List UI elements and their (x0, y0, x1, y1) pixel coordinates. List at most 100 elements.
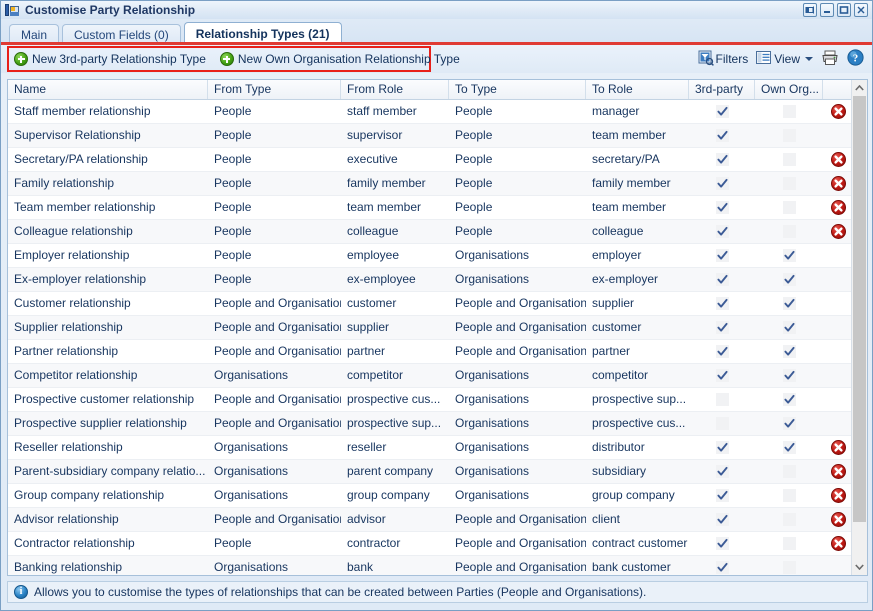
cell-delete-action[interactable] (823, 220, 853, 243)
cell-third-party-checkbox[interactable] (689, 172, 755, 195)
table-row[interactable]: Advisor relationship People and Organisat… (8, 508, 867, 532)
maximize-button[interactable] (837, 3, 851, 17)
cell-own-org-checkbox[interactable] (755, 532, 823, 555)
grid-column-header[interactable]: From Role (341, 80, 449, 99)
cell-own-org-checkbox[interactable] (755, 148, 823, 171)
table-row[interactable]: Colleague relationship People colleague Peo… (8, 220, 867, 244)
cell-third-party-checkbox[interactable] (689, 412, 755, 435)
table-row[interactable]: Prospective customer relationship People … (8, 388, 867, 412)
cell-own-org-checkbox[interactable] (755, 460, 823, 483)
table-row[interactable]: Employer relationship People employee Organ… (8, 244, 867, 268)
help-button[interactable]: ? (847, 49, 864, 69)
table-row[interactable]: Reseller relationship Organisations resell… (8, 436, 867, 460)
new-own-organisation-relationship-type-button[interactable]: New Own Organisation Relationship Type (219, 52, 460, 66)
cell-delete-action[interactable] (823, 196, 853, 219)
table-row[interactable]: Group company relationship Organisations g… (8, 484, 867, 508)
cell-own-org-checkbox[interactable] (755, 436, 823, 459)
delete-icon[interactable] (830, 440, 846, 455)
table-row[interactable]: Banking relationship Organisations bank Peo… (8, 556, 867, 575)
cell-third-party-checkbox[interactable] (689, 364, 755, 387)
cell-delete-action[interactable] (823, 508, 853, 531)
cell-third-party-checkbox[interactable] (689, 556, 755, 575)
table-row[interactable]: Partner relationship People and Organisat… (8, 340, 867, 364)
filters-button[interactable]: Filters (698, 50, 748, 69)
cell-delete-action[interactable] (823, 148, 853, 171)
delete-icon[interactable] (830, 176, 846, 191)
scrollbar-thumb[interactable] (853, 96, 866, 522)
table-row[interactable]: Staff member relationship People staff mem… (8, 100, 867, 124)
delete-icon[interactable] (830, 200, 846, 215)
cell-third-party-checkbox[interactable] (689, 508, 755, 531)
cell-third-party-checkbox[interactable] (689, 436, 755, 459)
table-row[interactable]: Supplier relationship People and Organisa… (8, 316, 867, 340)
cell-third-party-checkbox[interactable] (689, 100, 755, 123)
cell-third-party-checkbox[interactable] (689, 340, 755, 363)
delete-icon[interactable] (830, 488, 846, 503)
cell-own-org-checkbox[interactable] (755, 268, 823, 291)
cell-delete-action[interactable] (823, 436, 853, 459)
scroll-down-arrow[interactable] (852, 559, 867, 575)
cell-own-org-checkbox[interactable] (755, 244, 823, 267)
delete-icon[interactable] (830, 512, 846, 527)
cell-own-org-checkbox[interactable] (755, 196, 823, 219)
cell-delete-action[interactable] (823, 532, 853, 555)
cell-third-party-checkbox[interactable] (689, 460, 755, 483)
cell-delete-action[interactable] (823, 484, 853, 507)
cell-third-party-checkbox[interactable] (689, 220, 755, 243)
cell-own-org-checkbox[interactable] (755, 172, 823, 195)
cell-own-org-checkbox[interactable] (755, 556, 823, 575)
cell-third-party-checkbox[interactable] (689, 124, 755, 147)
new-3rd-party-relationship-type-button[interactable]: New 3rd-party Relationship Type (14, 52, 206, 66)
cell-third-party-checkbox[interactable] (689, 484, 755, 507)
grid-column-header[interactable]: From Type (208, 80, 341, 99)
grid-column-header[interactable]: To Role (586, 80, 689, 99)
minimize-button[interactable] (820, 3, 834, 17)
delete-icon[interactable] (830, 224, 846, 239)
cell-third-party-checkbox[interactable] (689, 268, 755, 291)
grid-column-header[interactable]: Name (8, 80, 208, 99)
cell-own-org-checkbox[interactable] (755, 292, 823, 315)
table-row[interactable]: Secretary/PA relationship People executive… (8, 148, 867, 172)
cell-own-org-checkbox[interactable] (755, 124, 823, 147)
cell-own-org-checkbox[interactable] (755, 340, 823, 363)
table-row[interactable]: Competitor relationship Organisations comp… (8, 364, 867, 388)
cell-third-party-checkbox[interactable] (689, 292, 755, 315)
print-button[interactable] (821, 50, 839, 69)
table-row[interactable]: Parent-subsidiary company relatio... Orga… (8, 460, 867, 484)
cell-third-party-checkbox[interactable] (689, 244, 755, 267)
delete-icon[interactable] (830, 464, 846, 479)
table-row[interactable]: Prospective supplier relationship People … (8, 412, 867, 436)
cell-own-org-checkbox[interactable] (755, 388, 823, 411)
cell-own-org-checkbox[interactable] (755, 508, 823, 531)
table-row[interactable]: Supervisor Relationship People supervisor P… (8, 124, 867, 148)
grid-column-header[interactable] (823, 80, 853, 99)
grid-column-header[interactable]: Own Org... (755, 80, 823, 99)
table-row[interactable]: Team member relationship People team membe… (8, 196, 867, 220)
cell-third-party-checkbox[interactable] (689, 316, 755, 339)
cell-delete-action[interactable] (823, 172, 853, 195)
grid-column-header[interactable]: To Type (449, 80, 586, 99)
view-button[interactable]: View (756, 50, 813, 68)
cell-delete-action[interactable] (823, 100, 853, 123)
cell-third-party-checkbox[interactable] (689, 148, 755, 171)
close-button[interactable] (854, 3, 868, 17)
grid-column-header[interactable]: 3rd-party (689, 80, 755, 99)
cell-delete-action[interactable] (823, 460, 853, 483)
table-row[interactable]: Family relationship People family member Pe… (8, 172, 867, 196)
scroll-up-arrow[interactable] (852, 80, 867, 96)
table-row[interactable]: Ex-employer relationship People ex-employe… (8, 268, 867, 292)
chevron-down-icon[interactable] (805, 57, 813, 61)
cell-own-org-checkbox[interactable] (755, 316, 823, 339)
cell-third-party-checkbox[interactable] (689, 532, 755, 555)
delete-icon[interactable] (830, 536, 846, 551)
cell-third-party-checkbox[interactable] (689, 388, 755, 411)
cell-third-party-checkbox[interactable] (689, 196, 755, 219)
delete-icon[interactable] (830, 152, 846, 167)
cell-own-org-checkbox[interactable] (755, 220, 823, 243)
vertical-scrollbar[interactable] (851, 80, 867, 575)
cell-own-org-checkbox[interactable] (755, 412, 823, 435)
cell-own-org-checkbox[interactable] (755, 364, 823, 387)
table-row[interactable]: Customer relationship People and Organisa… (8, 292, 867, 316)
table-row[interactable]: Contractor relationship People contractor P… (8, 532, 867, 556)
restore-pin-button[interactable] (803, 3, 817, 17)
